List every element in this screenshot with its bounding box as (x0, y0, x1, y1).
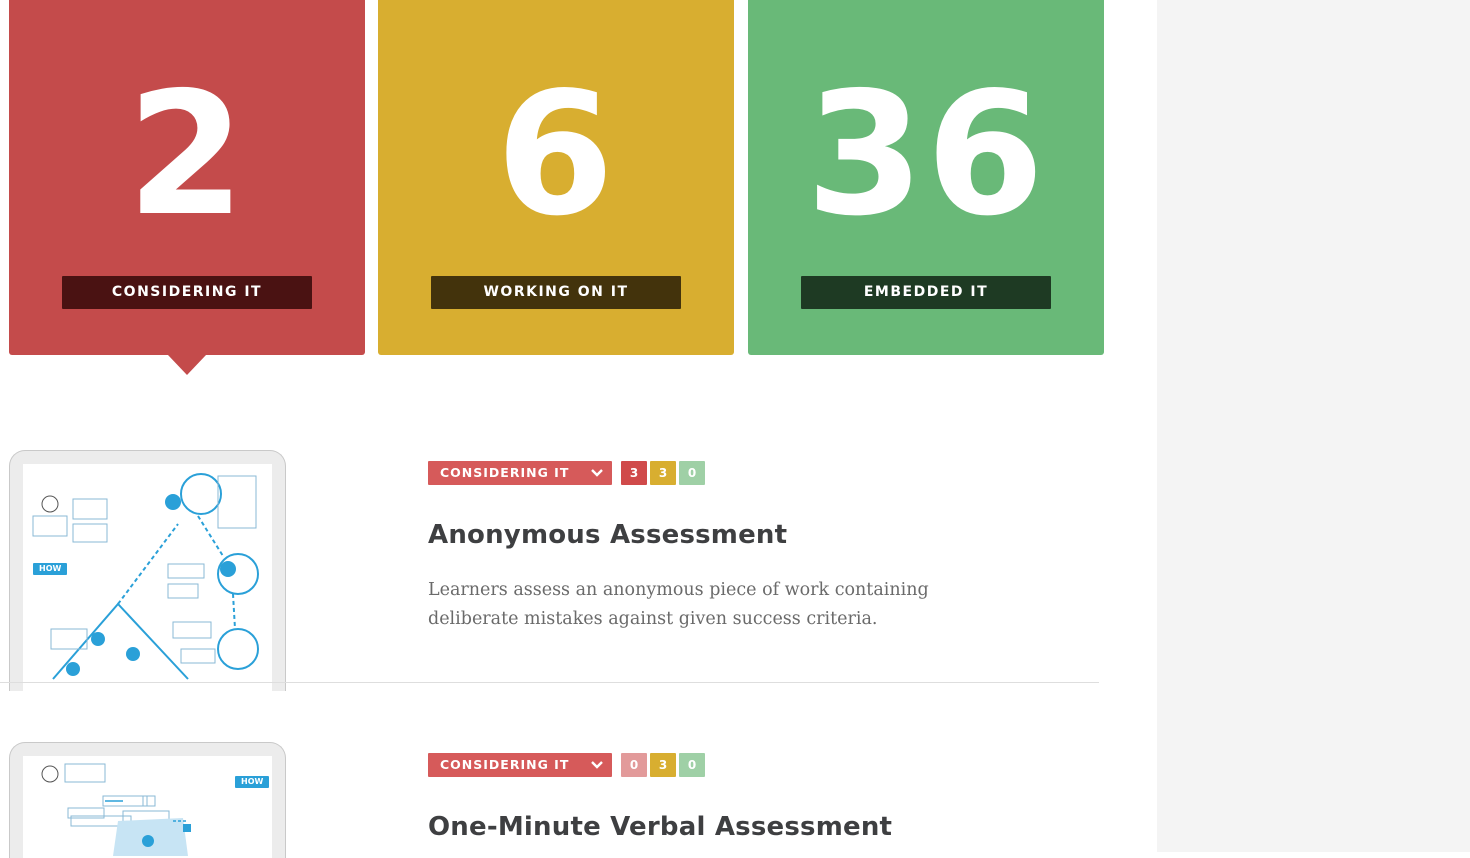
considering-count-badge: 0 (621, 753, 647, 777)
selected-tile-pointer (168, 355, 206, 375)
status-dropdown-label: CONSIDERING IT (440, 465, 570, 480)
tile-embedded-it[interactable]: 36 EMBEDDED IT (748, 0, 1104, 355)
how-tag: HOW (235, 776, 270, 788)
considering-count: 2 (126, 56, 248, 254)
chevron-down-icon (591, 761, 603, 769)
how-tag: HOW (33, 563, 68, 575)
status-dropdown[interactable]: CONSIDERING IT (428, 753, 612, 777)
embedded-count-badge: 0 (679, 461, 705, 485)
status-dropdown-label: CONSIDERING IT (440, 757, 570, 772)
considering-label: CONSIDERING IT (62, 276, 312, 309)
chevron-down-icon (591, 469, 603, 477)
working-count-badge: 3 (650, 461, 676, 485)
card-divider (0, 682, 1099, 683)
considering-count-badge: 3 (621, 461, 647, 485)
right-sidebar-panel (1157, 0, 1470, 852)
tile-considering-it[interactable]: 2 CONSIDERING IT (9, 0, 365, 355)
diagram-illustration (32, 473, 259, 680)
embedded-count: 36 (805, 56, 1047, 254)
diagram-thumbnail: HOW (23, 756, 272, 858)
diagram-thumbnail: HOW (23, 464, 272, 691)
working-count-badge: 3 (650, 753, 676, 777)
tile-working-on-it[interactable]: 6 WORKING ON IT (378, 0, 734, 355)
working-count: 6 (495, 56, 617, 254)
strategy-title[interactable]: One-Minute Verbal Assessment (428, 812, 892, 842)
status-dropdown[interactable]: CONSIDERING IT (428, 461, 612, 485)
embedded-count-badge: 0 (679, 753, 705, 777)
strategy-description: Learners assess an anonymous piece of wo… (428, 580, 929, 629)
diagram-illustration (41, 763, 191, 856)
embedded-label: EMBEDDED IT (801, 276, 1051, 309)
strategy-thumbnail[interactable]: HOW (9, 742, 286, 858)
strategy-thumbnail[interactable]: HOW (9, 450, 286, 691)
working-label: WORKING ON IT (431, 276, 681, 309)
strategy-title[interactable]: Anonymous Assessment (428, 520, 787, 550)
